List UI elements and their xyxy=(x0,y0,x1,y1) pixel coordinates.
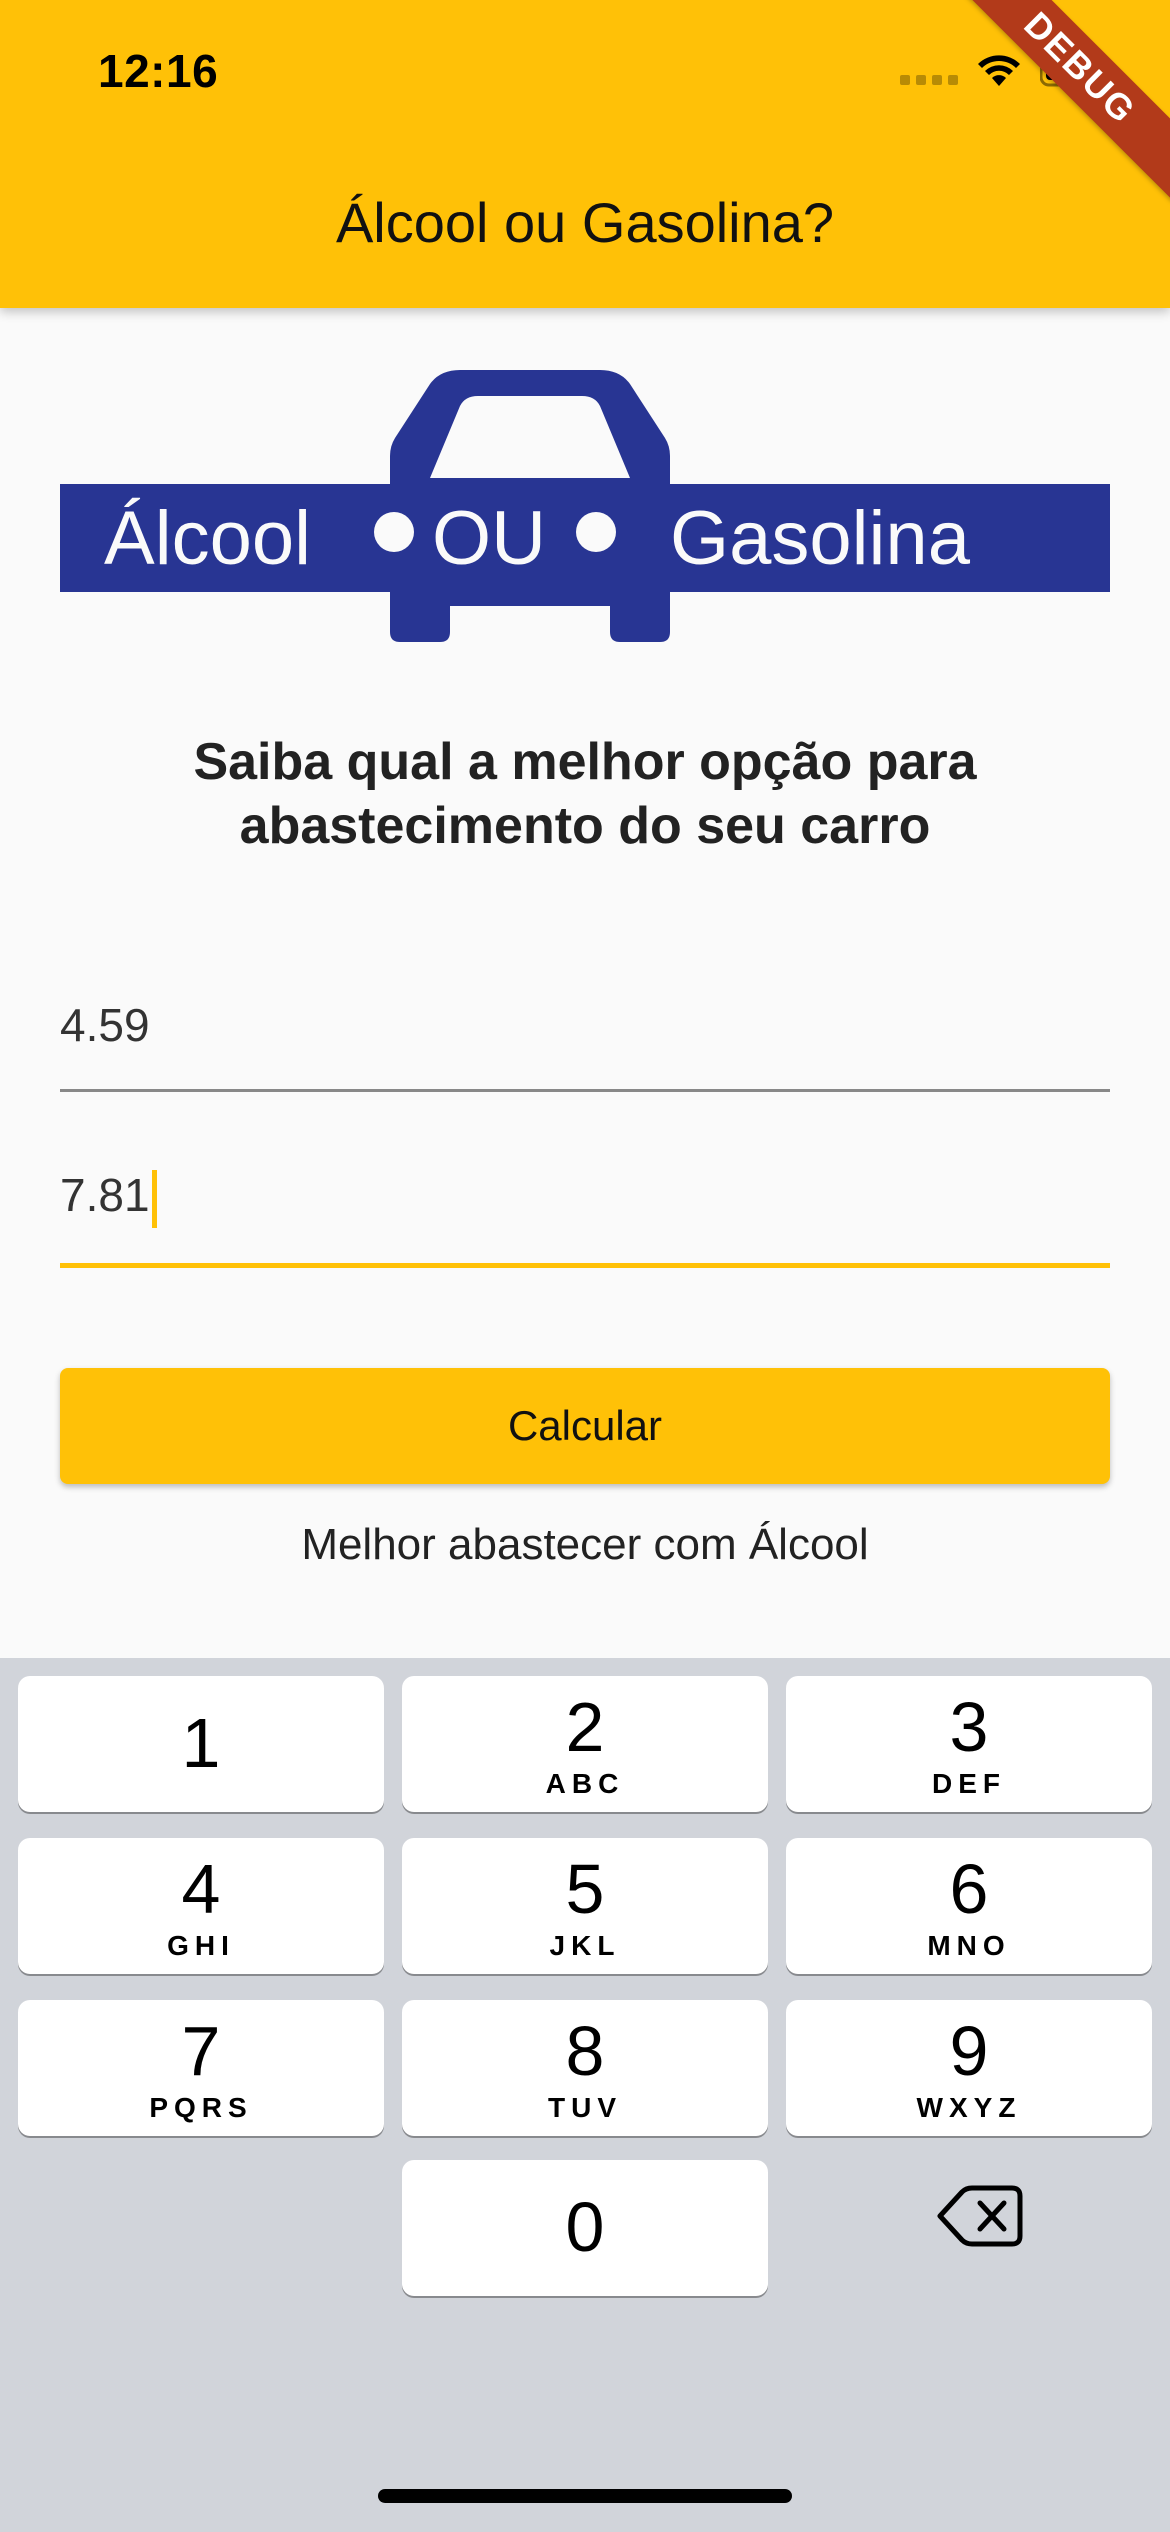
key-letters: JKL xyxy=(549,1930,621,1961)
key-8[interactable]: 8 TUV xyxy=(402,2000,768,2136)
key-9[interactable]: 9 WXYZ xyxy=(786,2000,1152,2136)
headline: Saiba qual a melhor opção para abastecim… xyxy=(193,733,977,855)
key-digit: 7 xyxy=(181,2012,221,2090)
key-letters: PQRS xyxy=(149,2092,253,2123)
logo-text-alcool: Álcool xyxy=(104,496,311,581)
gasoline-price-value: 7.81 xyxy=(60,1169,150,1222)
gasoline-price-input[interactable]: 7.81 xyxy=(60,1168,1110,1268)
key-2[interactable]: 2 ABC xyxy=(402,1676,768,1812)
key-7[interactable]: 7 PQRS xyxy=(18,2000,384,2136)
cellular-signal-icon xyxy=(900,75,958,85)
gasoline-price-value-wrapper: 7.81 xyxy=(60,1168,157,1228)
logo-text-gasolina: Gasolina xyxy=(670,496,971,581)
key-digit: 1 xyxy=(181,1704,221,1782)
backspace-icon[interactable] xyxy=(920,2166,1030,2266)
logo-text-ou: OU xyxy=(432,496,546,581)
key-digit: 4 xyxy=(181,1850,221,1928)
app-title: Álcool ou Gasolina? xyxy=(335,191,835,254)
key-3[interactable]: 3 DEF xyxy=(786,1676,1152,1812)
gasoline-price-underline xyxy=(60,1263,1110,1268)
key-1[interactable]: 1 xyxy=(18,1676,384,1812)
app-bar: 12:16 Álcool ou Gasolina? xyxy=(0,0,1170,308)
key-letters: GHI xyxy=(167,1930,235,1961)
key-digit: 2 xyxy=(565,1688,605,1766)
key-5[interactable]: 5 JKL xyxy=(402,1838,768,1974)
key-letters: WXYZ xyxy=(916,2092,1022,2123)
key-digit: 3 xyxy=(949,1688,989,1766)
text-caret xyxy=(151,1170,157,1228)
result-text: Melhor abastecer com Álcool xyxy=(301,1520,869,1569)
key-digit: 5 xyxy=(565,1850,605,1928)
key-digit: 6 xyxy=(949,1850,989,1928)
key-letters: ABC xyxy=(545,1768,625,1799)
key-digit: 8 xyxy=(565,2012,605,2090)
calculate-button[interactable]: Calcular xyxy=(60,1368,1110,1484)
key-6[interactable]: 6 MNO xyxy=(786,1838,1152,1974)
key-digit: 9 xyxy=(949,2012,989,2090)
alcohol-price-input[interactable]: 4.59 xyxy=(60,992,1110,1092)
alcohol-price-value: 4.59 xyxy=(60,999,150,1051)
key-digit: 0 xyxy=(565,2188,605,2266)
key-0[interactable]: 0 xyxy=(402,2160,768,2296)
app-logo: Álcool OU Gasolina xyxy=(60,370,1110,642)
key-letters: TUV xyxy=(548,2092,622,2123)
key-letters: DEF xyxy=(932,1768,1006,1799)
wifi-icon xyxy=(978,55,1020,86)
home-indicator[interactable] xyxy=(378,2489,792,2503)
key-letters: MNO xyxy=(927,1930,1011,1961)
alcohol-price-underline xyxy=(60,1089,1110,1092)
status-time: 12:16 xyxy=(98,45,219,97)
key-4[interactable]: 4 GHI xyxy=(18,1838,384,1974)
